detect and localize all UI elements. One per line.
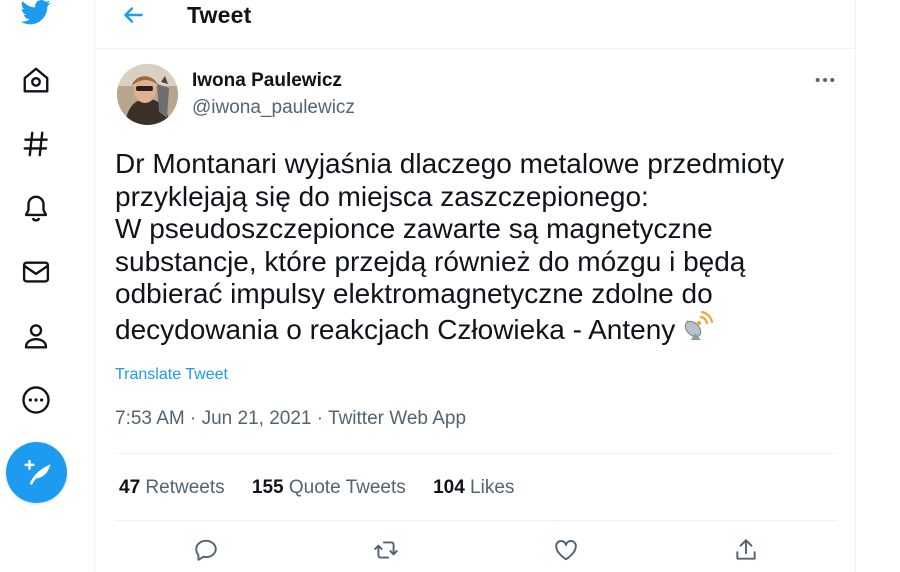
like-icon xyxy=(555,540,577,561)
meta-separator: · xyxy=(184,408,202,429)
author-handle[interactable]: @iwona_paulewicz xyxy=(192,97,355,119)
compose-tweet-button[interactable] xyxy=(6,442,67,503)
profile-icon[interactable] xyxy=(18,318,54,354)
more-icon[interactable] xyxy=(18,382,54,418)
tweet-text-line: W pseudoszczepionce zawarte są magnetycz… xyxy=(115,213,713,245)
arrow-left-icon xyxy=(124,7,143,23)
sidebar-nav xyxy=(0,0,72,572)
tweet-text: Dr Montanari wyjaśnia dlaczego metalowe … xyxy=(115,148,840,347)
reply-icon xyxy=(195,539,217,561)
retweet-icon xyxy=(374,541,398,559)
likes-stat[interactable]: 104 Likes xyxy=(433,477,514,498)
tweet-metadata: 7:53 AM · Jun 21, 2021 · Twitter Web App xyxy=(115,408,466,430)
page-title: Tweet xyxy=(187,2,252,28)
tweet-detail-column: Tweet Iwona Paulewicz @iwona_paulewicz D… xyxy=(94,0,856,572)
like-button[interactable] xyxy=(546,532,586,568)
tweet-actions xyxy=(95,532,855,568)
twitter-logo-icon[interactable] xyxy=(16,0,56,32)
page-header: Tweet xyxy=(95,0,855,49)
retweets-label: Retweets xyxy=(145,477,225,498)
compose-tweet-icon xyxy=(24,459,51,485)
quote-tweets-stat[interactable]: 155 Quote Tweets xyxy=(252,477,406,498)
envelope-icon[interactable] xyxy=(18,254,54,290)
quote-tweets-label: Quote Tweets xyxy=(288,477,406,498)
quote-tweets-count: 155 xyxy=(251,477,284,498)
author-name[interactable]: Iwona Paulewicz xyxy=(192,70,342,92)
hashtag-icon[interactable] xyxy=(18,126,54,162)
likes-count: 104 xyxy=(433,477,465,498)
tweet-text-line: przyklejają się do miejsca zaszczepioneg… xyxy=(115,180,649,212)
likes-label: Likes xyxy=(470,477,515,498)
meta-separator: · xyxy=(311,408,329,429)
retweets-stat[interactable]: 47 Retweets xyxy=(119,477,225,498)
ellipsis-icon xyxy=(815,77,835,83)
divider xyxy=(115,453,837,454)
translate-tweet-link[interactable]: Translate Tweet xyxy=(115,366,228,384)
share-icon xyxy=(736,539,756,560)
tweet-text-line: decydowania o reakcjach Człowieka - Ante… xyxy=(115,313,676,345)
tweet-text-line: Dr Montanari wyjaśnia dlaczego metalowe … xyxy=(115,148,785,179)
more-options-button[interactable] xyxy=(807,66,843,94)
satellite-antenna-icon xyxy=(681,310,714,343)
tweet-text-line-last: decydowania o reakcjach Człowieka - Ante… xyxy=(115,310,840,347)
tweet-stats: 47 Retweets 155 Quote Tweets 104 Likes xyxy=(119,477,536,499)
share-button[interactable] xyxy=(726,532,766,568)
tweet-text-line: odbierać impulsy elektromagnetyczne zdol… xyxy=(115,278,713,310)
tweet-time[interactable]: 7:53 AM xyxy=(115,408,185,429)
retweets-count: 47 xyxy=(119,477,141,498)
divider xyxy=(115,520,837,521)
home-icon[interactable] xyxy=(18,62,54,98)
tweet-source[interactable]: Twitter Web App xyxy=(328,408,466,429)
bell-icon[interactable] xyxy=(18,190,54,226)
tweet-text-line: substancje, które przejdą również do móz… xyxy=(115,245,746,277)
right-sidebar-edge xyxy=(857,0,900,572)
tweet-date[interactable]: Jun 21, 2021 xyxy=(202,408,312,429)
reply-button[interactable] xyxy=(186,532,226,568)
back-button[interactable] xyxy=(113,0,153,30)
retweet-button[interactable] xyxy=(366,532,406,568)
avatar[interactable] xyxy=(117,64,178,125)
